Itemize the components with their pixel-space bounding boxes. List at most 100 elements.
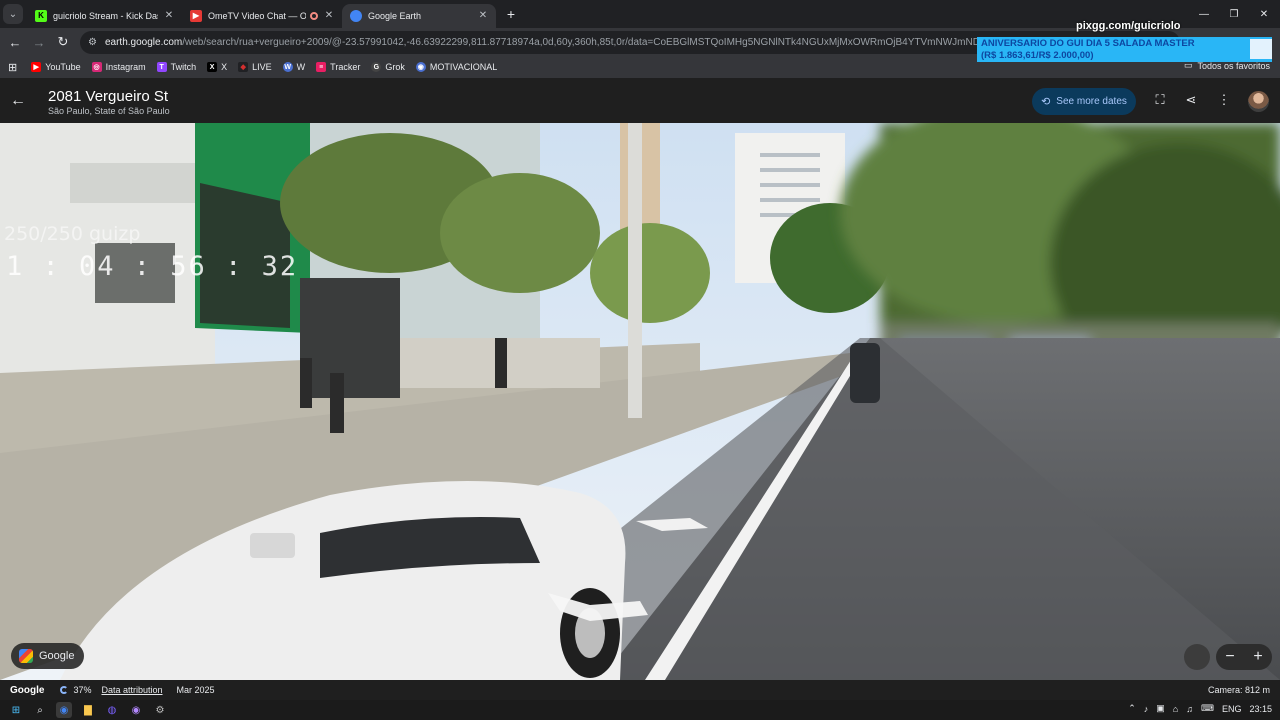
close-icon[interactable]: ✕ (162, 10, 176, 21)
file-explorer-icon[interactable]: ▇ (80, 702, 96, 718)
loading-percent: 37% (73, 685, 92, 695)
camera-icon[interactable]: ▣ (1156, 703, 1165, 714)
close-icon[interactable]: ✕ (476, 10, 490, 21)
donation-goal-overlay: ANIVERSARIO DO GUI DIA 5 SALADA MASTER (… (977, 37, 1272, 62)
url-path: /web/search/rua+vergueiro+2009/@-23.5799… (182, 37, 1062, 48)
bookmark-x[interactable]: XX (207, 62, 227, 72)
ometv-icon: ▶ (190, 9, 202, 22)
tab-search-button[interactable]: ⌄ (3, 4, 23, 24)
donation-progress: (R$ 1.863,61/R$ 2.000,00) (981, 50, 1094, 61)
google-chip-label: Google (39, 650, 75, 662)
arrow-left-icon: ← (10, 92, 26, 109)
keyboard-icon[interactable]: ⌨ (1201, 703, 1214, 714)
reload-button[interactable]: ↻ (51, 30, 75, 54)
globe-icon: ◉ (415, 62, 426, 72)
volume-icon[interactable]: ♫ (1186, 704, 1193, 714)
history-icon: ⟲ (1041, 96, 1051, 108)
donation-accent (1250, 39, 1272, 59)
zoom-in-button[interactable]: + (1253, 648, 1262, 666)
twitch-icon: T (156, 62, 167, 72)
w-icon: W (282, 62, 293, 72)
obs-icon[interactable]: ◉ (128, 702, 144, 718)
chevron-down-icon: ⌄ (8, 8, 18, 20)
zoom-out-button[interactable]: − (1225, 648, 1234, 666)
fullscreen-icon[interactable]: ⛶ (1151, 92, 1169, 108)
bookmark-tracker[interactable]: ≡ Tracker (316, 62, 360, 72)
loading-spinner-icon (60, 686, 69, 694)
restore-button[interactable]: ❐ (1218, 0, 1250, 28)
site-info-icon[interactable]: ⚙ (88, 37, 97, 48)
settings-icon[interactable]: ⚙ (152, 702, 168, 718)
bookmark-instagram[interactable]: ◎ Instagram (91, 62, 146, 72)
bookmark-twitch[interactable]: T Twitch (156, 62, 197, 72)
url-host: earth.google.com (104, 37, 183, 48)
windows-taskbar: ⊞ ⌕ ◉ ▇ ◍ ◉ ⚙ ⌃ ♪ ▣ ⌂ ♫ ⌨ ENG 23:15 (0, 700, 1280, 720)
google-earth-icon (350, 9, 362, 22)
system-tray: ⌃ ♪ ▣ ⌂ ♫ ⌨ ENG 23:15 (1120, 703, 1272, 714)
place-subtitle: São Paulo, State of São Paulo (48, 106, 170, 116)
back-button[interactable]: ← (3, 30, 27, 54)
bookmark-label: Twitch (170, 62, 197, 72)
forward-button[interactable]: → (27, 30, 51, 54)
minimize-button[interactable]: — (1188, 0, 1220, 28)
bookmark-live[interactable]: ◆ LIVE (238, 62, 272, 72)
pix-overlay: pixgg.com/guicriolo (1076, 20, 1181, 32)
chevron-up-icon[interactable]: ⌃ (1128, 703, 1136, 714)
new-tab-button[interactable]: + (500, 6, 522, 22)
donation-title: ANIVERSARIO DO GUI DIA 5 SALADA MASTER (981, 38, 1195, 49)
street-scene (0, 123, 1280, 680)
tab-google-earth[interactable]: Google Earth ✕ (342, 3, 496, 28)
microphone-icon[interactable]: ♪ (1144, 704, 1149, 714)
bookmark-grok[interactable]: G Grok (371, 62, 405, 72)
bookmark-motivacional[interactable]: ◉ MOTIVACIONAL (415, 62, 497, 72)
earth-back-button[interactable]: ← (10, 92, 26, 110)
youtube-icon: ▶ (31, 62, 42, 72)
tab-kick[interactable]: K guicriolo Stream - Kick Dashboard ✕ (27, 4, 182, 28)
windows-start-icon[interactable]: ⊞ (8, 702, 24, 718)
close-icon[interactable]: ✕ (322, 10, 336, 21)
chrome-icon[interactable]: ◉ (56, 702, 72, 718)
apps-grid-icon[interactable]: ⊞ (8, 61, 17, 74)
instagram-icon: ◎ (91, 62, 102, 72)
tab-title: guicriolo Stream - Kick Dashboard (53, 10, 158, 21)
bookmark-label: YouTube (45, 62, 81, 72)
bookmark-label: Instagram (105, 62, 146, 72)
app-icon[interactable]: ◍ (104, 702, 120, 718)
language-indicator[interactable]: ENG (1222, 704, 1242, 714)
compass-button[interactable] (1184, 644, 1210, 670)
clock[interactable]: 23:15 (1249, 704, 1272, 714)
bookmark-w[interactable]: WW (282, 62, 306, 72)
tab-ometv[interactable]: ▶ OmeTV Video Chat — Omegle ✕ (182, 4, 342, 28)
avatar[interactable] (1248, 91, 1269, 112)
data-attribution-link[interactable]: Data attribution (101, 685, 162, 695)
google-layer-button[interactable]: Google (11, 643, 85, 669)
arrow-right-icon: → (32, 34, 46, 50)
street-view-panorama[interactable]: 250/250 guizp 1 : 04 : 56 : 32 (0, 123, 1280, 680)
more-vert-icon[interactable]: ⋮ (1215, 92, 1233, 108)
camera-altitude: Camera: 812 m (1207, 685, 1270, 695)
tab-title: Google Earth (368, 10, 422, 21)
share-icon[interactable]: ⋖ (1182, 92, 1200, 108)
grok-icon: G (371, 62, 382, 72)
search-icon[interactable]: ⌕ (32, 702, 48, 718)
bookmark-label: X (221, 62, 228, 72)
imagery-date: Mar 2025 (176, 685, 215, 695)
reload-icon: ↻ (57, 34, 69, 49)
see-more-dates-button[interactable]: ⟲ See more dates (1032, 88, 1136, 115)
earth-status-bar: Google 37% Data attribution Mar 2025 Cam… (0, 680, 1280, 700)
earth-header: ← 2081 Vergueiro St São Paulo, State of … (0, 80, 1280, 123)
google-logo-icon (19, 649, 33, 663)
arrow-left-icon: ← (8, 34, 22, 50)
bookmark-youtube[interactable]: ▶ YouTube (31, 62, 81, 72)
bookmark-label: LIVE (252, 62, 272, 72)
network-icon[interactable]: ⌂ (1173, 704, 1178, 714)
live-icon: ◆ (238, 62, 249, 72)
bookmark-label: W (296, 62, 306, 72)
stream-viewer-counter: 250/250 guizp (4, 223, 141, 245)
see-more-dates-label: See more dates (1056, 96, 1127, 107)
tracker-icon: ≡ (316, 62, 327, 72)
bookmark-label: Grok (385, 62, 405, 72)
tab-title: OmeTV Video Chat — Omegle (208, 10, 306, 21)
kick-icon: K (35, 9, 47, 22)
window-close-button[interactable]: ✕ (1248, 0, 1280, 28)
